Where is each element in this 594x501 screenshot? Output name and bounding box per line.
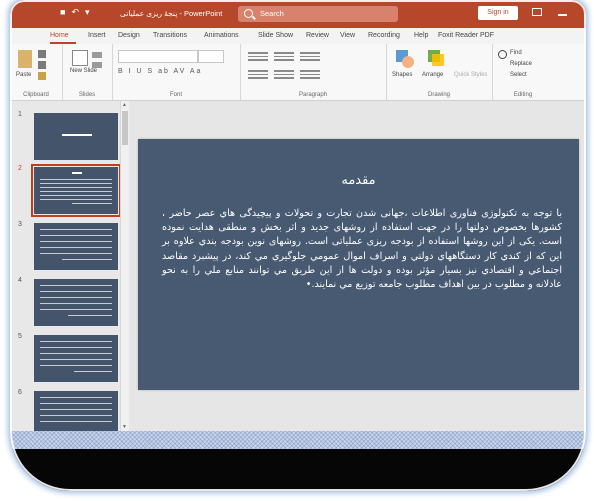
bottom-pattern-strip (10, 431, 586, 449)
paragraph-group-label: Paragraph (298, 92, 328, 98)
slides-group: New Slide Slides (62, 44, 113, 100)
align-right-icon[interactable] (300, 70, 320, 81)
body-text: با توجه به تکنولوژی فناوری اطلاعات ،جهان… (162, 208, 562, 291)
tab-view[interactable]: View (340, 32, 355, 39)
tab-review[interactable]: Review (306, 32, 329, 39)
arrange-overlay-icon (432, 54, 444, 66)
clipboard-group: Paste Clipboard (10, 44, 63, 100)
title-bar: ■ ↶ ▾ پنجهٔ ریزی عملیاتی - PowerPoint Se… (10, 0, 586, 28)
slide-thumbnail-4[interactable] (34, 279, 118, 326)
tab-transitions[interactable]: Transitions (153, 32, 187, 39)
ribbon-display-icon[interactable] (532, 8, 542, 16)
replace-button[interactable]: Replace (510, 61, 532, 67)
slide-number: 1 (18, 111, 22, 118)
drawing-group: Shapes Arrange Quick Styles Drawing (386, 44, 493, 100)
clipboard-group-label: Clipboard (23, 92, 49, 98)
current-slide[interactable]: مقدمه با توجه به تکنولوژی فناوری اطلاعات… (138, 139, 579, 390)
slide-title[interactable]: مقدمه (138, 173, 579, 188)
slide-number: 3 (18, 221, 22, 228)
slide-thumbnail-3[interactable] (34, 223, 118, 270)
undo-icon[interactable]: ↶ (71, 7, 79, 18)
new-slide-label: New Slide (70, 68, 98, 74)
slide-number: 5 (18, 333, 22, 340)
window-title: پنجهٔ ریزی عملیاتی - PowerPoint (120, 9, 223, 18)
scroll-down-icon[interactable]: ▼ (122, 424, 127, 430)
tab-help[interactable]: Help (414, 32, 428, 39)
slide-body-text[interactable]: با توجه به تکنولوژی فناوری اطلاعات ،جهان… (162, 207, 562, 292)
format-painter-icon[interactable] (38, 72, 46, 80)
find-icon (498, 50, 507, 59)
tab-slide-show[interactable]: Slide Show (258, 32, 293, 39)
bottom-black-band (10, 449, 586, 491)
ribbon-tabs: Home Insert Design Transitions Animation… (10, 28, 586, 44)
bullets-icon[interactable] (248, 52, 268, 63)
find-button[interactable]: Find (510, 50, 522, 56)
copy-icon[interactable] (38, 61, 46, 69)
slide-thumbnail-pane: 1 2 3 4 5 6 (10, 101, 122, 438)
sign-in-button[interactable]: Sign in (478, 6, 518, 20)
search-label: Search (260, 9, 284, 18)
new-slide-icon[interactable] (72, 50, 88, 66)
slide-thumbnail-2[interactable] (31, 164, 121, 217)
tab-animations[interactable]: Animations (204, 32, 239, 39)
tab-recording[interactable]: Recording (368, 32, 400, 39)
scrollbar-thumb[interactable] (122, 111, 128, 145)
minimize-icon[interactable] (558, 14, 567, 16)
drawing-group-label: Drawing (427, 92, 450, 98)
slide-thumbnail-1[interactable] (34, 113, 118, 160)
slide-number: 2 (18, 165, 22, 172)
thumbnail-scrollbar[interactable]: ▲ ▼ (120, 101, 129, 431)
font-size-select[interactable] (198, 50, 224, 63)
slide-number: 4 (18, 277, 22, 284)
paste-icon[interactable] (18, 50, 32, 68)
slides-group-label: Slides (78, 92, 96, 98)
tab-insert[interactable]: Insert (88, 32, 106, 39)
customize-icon[interactable]: ▾ (85, 7, 90, 18)
editing-group: Find Replace Select Editing (492, 44, 554, 100)
tab-design[interactable]: Design (118, 32, 140, 39)
slide-number: 6 (18, 389, 22, 396)
layout-icon[interactable] (92, 52, 102, 58)
numbering-icon[interactable] (274, 52, 294, 63)
paragraph-group: Paragraph (240, 44, 387, 100)
font-name-select[interactable] (118, 50, 198, 63)
indent-icon[interactable] (300, 52, 320, 63)
arrange-label: Arrange (422, 72, 444, 78)
align-left-icon[interactable] (248, 70, 268, 81)
quick-access-toolbar: ■ ↶ ▾ (60, 7, 90, 18)
scroll-up-icon[interactable]: ▲ (122, 102, 127, 108)
select-button[interactable]: Select (510, 72, 527, 78)
search-icon (244, 9, 253, 18)
editing-group-label: Editing (513, 92, 533, 98)
shapes-circle-icon (402, 56, 414, 68)
tab-home[interactable]: Home (50, 32, 69, 39)
quick-styles-label[interactable]: Quick Styles (454, 72, 487, 78)
paste-label: Paste (16, 72, 32, 78)
font-format-buttons[interactable]: B I U S ab AV Aa (118, 68, 202, 75)
slide-thumbnail-5[interactable] (34, 335, 118, 382)
font-group: B I U S ab AV Aa Font (112, 44, 241, 100)
save-icon[interactable]: ■ (60, 7, 65, 18)
cut-icon[interactable] (38, 50, 46, 58)
align-center-icon[interactable] (274, 70, 294, 81)
font-group-label: Font (169, 92, 182, 98)
ribbon: Paste Clipboard New Slide Slides B I U S… (10, 44, 586, 101)
tab-foxit-reader-pdf[interactable]: Foxit Reader PDF (438, 32, 494, 39)
reset-icon[interactable] (92, 62, 102, 68)
search-box[interactable]: Search (238, 6, 398, 22)
shapes-label: Shapes (392, 72, 413, 78)
